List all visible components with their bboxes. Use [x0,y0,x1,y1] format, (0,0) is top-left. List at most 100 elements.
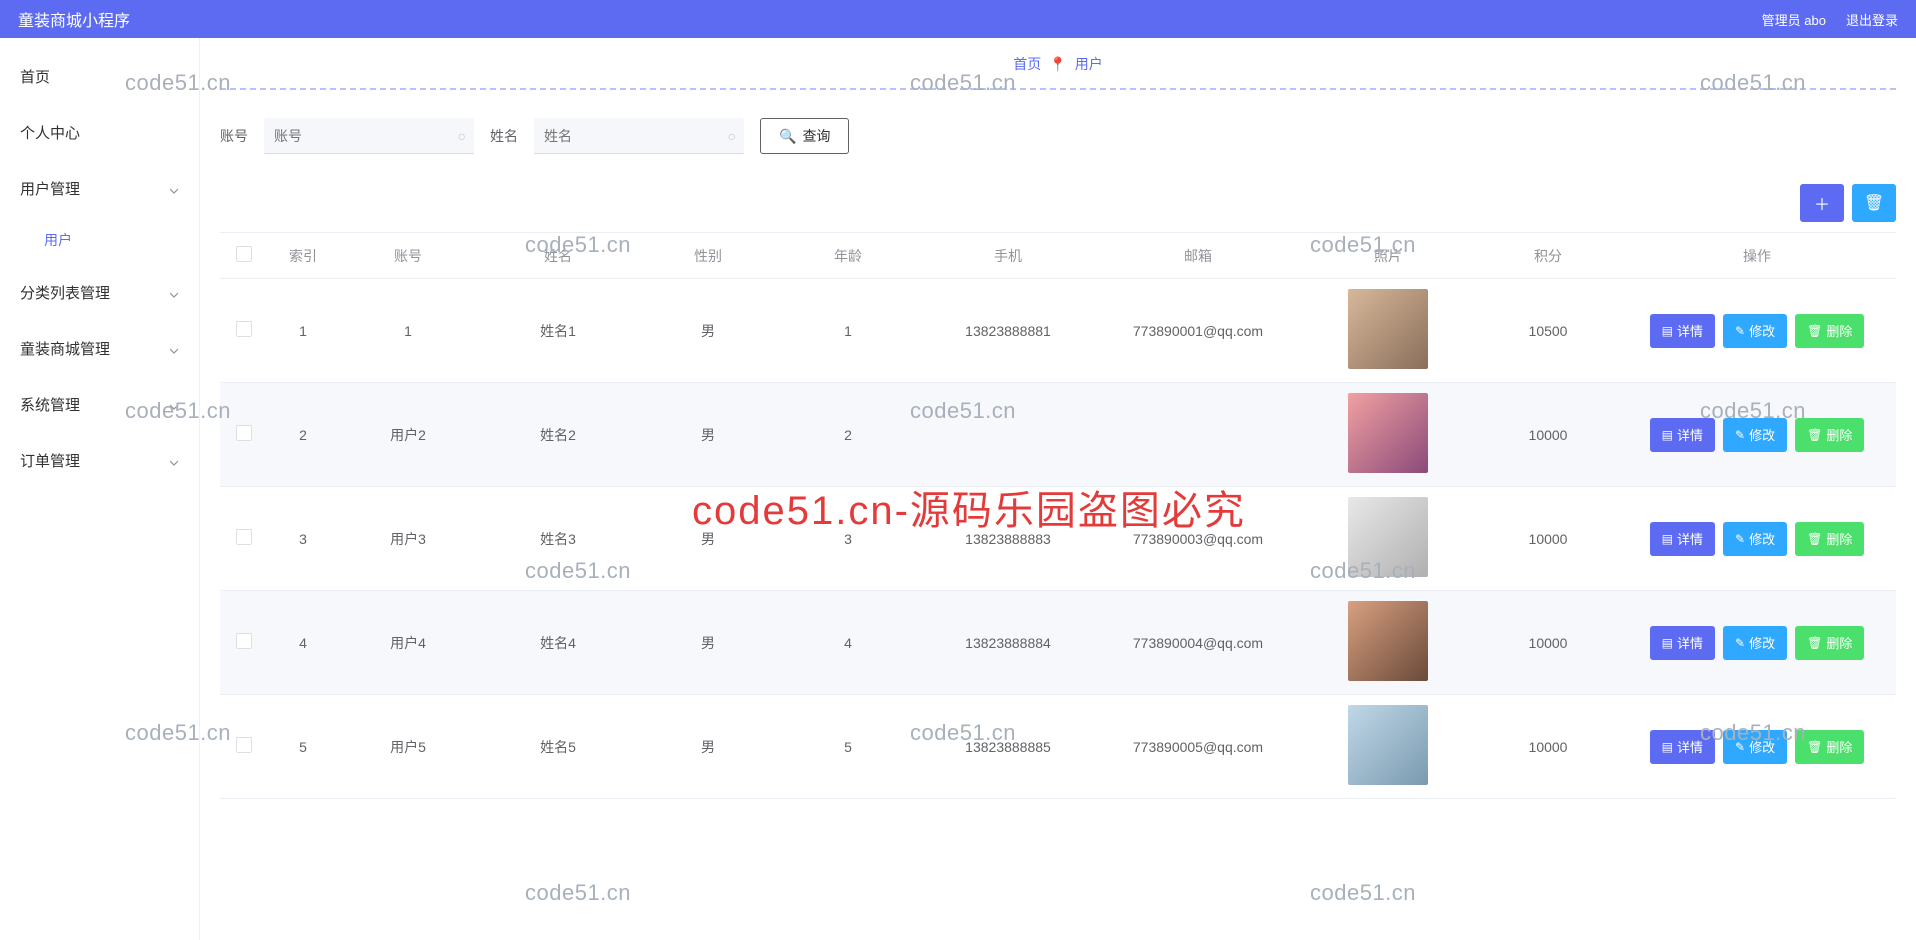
cell-age: 2 [778,383,918,487]
cell-email: 773890004@qq.com [1098,591,1298,695]
row-checkbox[interactable] [236,321,252,337]
sidebar-item-user-mgmt[interactable]: 用户管理 [0,160,199,216]
edit-label: 修改 [1749,425,1775,444]
th-index: 索引 [268,233,338,279]
edit-button[interactable]: ✎修改 [1723,730,1787,764]
detail-label: 详情 [1677,633,1703,652]
cell-name: 姓名3 [478,487,638,591]
search-account-input[interactable] [264,118,474,154]
row-checkbox[interactable] [236,529,252,545]
cell-age: 1 [778,279,918,383]
detail-icon: ▤ [1662,636,1673,650]
sidebar-item-system[interactable]: 系统管理 [0,376,199,432]
sidebar-item-home[interactable]: 首页 [0,48,199,104]
cell-age: 5 [778,695,918,799]
cell-points: 10000 [1478,487,1618,591]
th-ops: 操作 [1618,233,1896,279]
avatar[interactable] [1348,393,1428,473]
row-checkbox[interactable] [236,737,252,753]
cell-account: 用户3 [338,487,478,591]
edit-button[interactable]: ✎修改 [1723,314,1787,348]
breadcrumb-wrap: 首页 📍 用户 [220,38,1896,90]
delete-button[interactable]: 🗑删除 [1795,730,1864,764]
sidebar-item-mall[interactable]: 童装商城管理 [0,320,199,376]
detail-button[interactable]: ▤详情 [1650,522,1715,556]
sidebar-item-label: 系统管理 [20,394,80,415]
select-all-checkbox[interactable] [236,246,252,262]
cell-photo [1298,487,1478,591]
sidebar-item-personal[interactable]: 个人中心 [0,104,199,160]
avatar[interactable] [1348,705,1428,785]
header-right: 管理员 abo 退出登录 [1762,10,1898,29]
cell-name: 姓名1 [478,279,638,383]
delete-button[interactable]: 🗑删除 [1795,522,1864,556]
edit-button[interactable]: ✎ 修改 [1723,418,1787,452]
sidebar-subitem-label: 用户 [44,230,72,250]
cell-account: 1 [338,279,478,383]
th-email: 邮箱 [1098,233,1298,279]
detail-button[interactable]: ▤详情 [1650,730,1715,764]
top-header: 童装商城小程序 管理员 abo 退出登录 [0,0,1916,38]
sidebar-item-label: 首页 [20,66,50,87]
breadcrumb-home[interactable]: 首页 [1013,54,1041,74]
add-button[interactable]: ＋ [1800,184,1844,222]
delete-button[interactable]: 🗑删除 [1795,626,1864,660]
detail-button[interactable]: ▤ 详情 [1650,626,1715,660]
cell-gender: 男 [638,487,778,591]
logout-link[interactable]: 退出登录 [1846,10,1898,29]
avatar[interactable] [1348,289,1428,369]
cell-phone: 13823888885 [918,695,1098,799]
delete-button[interactable]: 🗑删除 [1795,418,1864,452]
cell-index: 4 [268,591,338,695]
detail-icon: ▤ [1662,532,1673,546]
batch-delete-button[interactable]: 🗑 [1852,184,1896,222]
edit-button[interactable]: ✎修改 [1723,522,1787,556]
avatar[interactable] [1348,497,1428,577]
chevron-down-icon [169,183,179,193]
search-account-label: 账号 [220,126,248,146]
cell-name: 姓名5 [478,695,638,799]
cell-phone: 13823888884 [918,591,1098,695]
avatar[interactable] [1348,601,1428,681]
detail-label: 详情 [1677,737,1703,756]
edit-icon: ✎ [1735,428,1745,442]
edit-icon: ✎ [1735,636,1745,650]
breadcrumb-current: 用户 [1075,54,1103,74]
delete-button[interactable]: 🗑删除 [1795,314,1864,348]
search-button-label: 查询 [802,126,830,146]
row-checkbox[interactable] [236,425,252,441]
delete-label: 删除 [1826,321,1852,340]
detail-button[interactable]: ▤详情 [1650,314,1715,348]
cell-points: 10000 [1478,591,1618,695]
cell-gender: 男 [638,383,778,487]
detail-icon: ▤ [1662,428,1673,442]
table-row: 2 用户2 姓名2 男 2 10000 ▤详情 ✎修改 🗑删除 [220,383,1896,487]
edit-button[interactable]: ✎修改 [1723,626,1787,660]
detail-button[interactable]: ▤详情 [1650,418,1715,452]
sidebar-item-category[interactable]: 分类列表管理 [0,264,199,320]
search-button[interactable]: 🔍 查询 [760,118,849,154]
clear-icon[interactable]: ○ [458,128,466,144]
sidebar: 首页 个人中心 用户管理 用户 分类列表管理 童装商城管理 系统管理 [0,38,200,940]
cell-phone: 13823888881 [918,279,1098,383]
admin-label[interactable]: 管理员 abo [1762,10,1826,29]
sidebar-item-label: 用户管理 [20,178,80,199]
search-name-input[interactable] [534,118,744,154]
edit-label: 修改 [1749,321,1775,340]
cell-email: 773890003@qq.com [1098,487,1298,591]
delete-label: 删除 [1826,425,1852,444]
trash-icon: 🗑 [1864,193,1884,213]
cell-account: 用户4 [338,591,478,695]
cell-gender: 男 [638,695,778,799]
cell-phone: 13823888883 [918,487,1098,591]
delete-label: 删除 [1826,737,1852,756]
sidebar-item-order[interactable]: 订单管理 [0,432,199,488]
cell-email: 773890001@qq.com [1098,279,1298,383]
delete-icon: 🗑 [1807,532,1822,546]
table-row: 4 用户4 姓名4 男 4 13823888884 773890004@qq.c… [220,591,1896,695]
th-points: 积分 [1478,233,1618,279]
cell-index: 1 [268,279,338,383]
sidebar-subitem-user[interactable]: 用户 [0,216,199,264]
row-checkbox[interactable] [236,633,252,649]
clear-icon[interactable]: ○ [728,128,736,144]
